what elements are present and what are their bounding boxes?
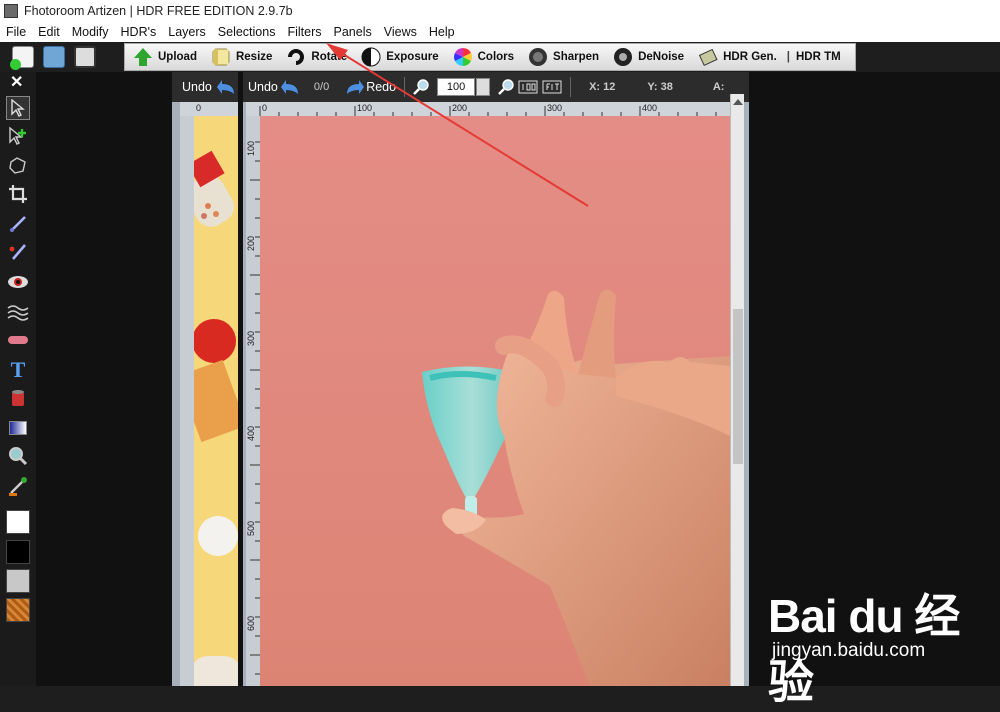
watermark-url: jingyan.baidu.com: [772, 640, 926, 661]
baidu-watermark: Bai du 经验 jingyan.baidu.com: [768, 580, 998, 708]
